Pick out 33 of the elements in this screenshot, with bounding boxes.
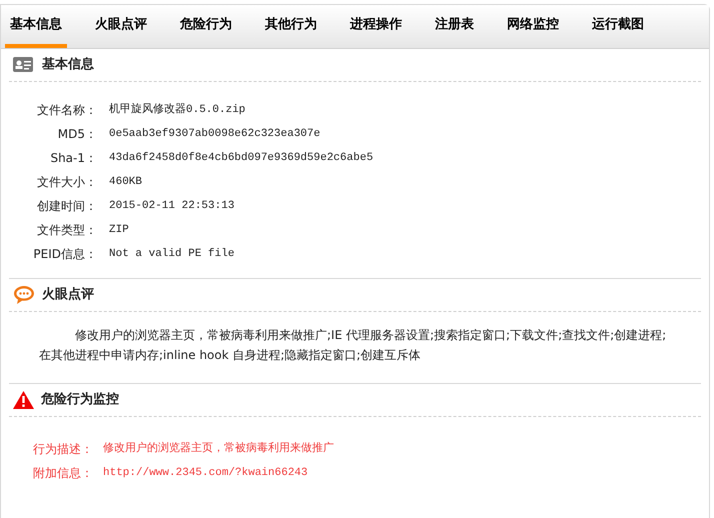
field-value: 2015-02-11 22:53:13 [109,198,234,214]
section-title: 火眼点评 [42,286,94,304]
field-label: 文件名称： [36,102,97,119]
tab[interactable]: 运行截图 [587,5,649,48]
field-value: Not a valid PE file [109,246,234,262]
field-value: 460KB [109,174,142,190]
tab[interactable]: 危险行为 [175,5,237,48]
tab[interactable]: 进程操作 [345,5,407,48]
chat-bubble-icon [13,285,35,305]
section-title: 基本信息 [42,56,94,74]
field-label: MD5： [56,126,97,143]
warning-icon [13,391,34,409]
field-value: 修改用户的浏览器主页，常被病毒利用来做推广 [103,440,334,457]
field-label: 创建时间： [36,198,97,215]
field-value: ZIP [109,222,129,238]
field-label: 附加信息： [32,465,91,482]
field-label: 文件大小： [36,174,97,191]
field-label: 行为描述： [32,441,91,458]
tab[interactable]: 基本信息 [5,5,67,48]
field-value: 机甲旋风修改器0.5.0.zip [109,102,246,118]
field-value: 43da6f2458d0f8e4cb6bd097e9369d59e2c6abe5 [109,150,374,166]
tab[interactable]: 注册表 [430,5,479,48]
field-label: 文件类型： [36,222,97,239]
section-title: 危险行为监控 [41,391,119,410]
field-value: 0e5aab3ef9307ab0098e62c323ea307e [109,126,320,142]
id-card-icon [13,56,35,74]
tab[interactable]: 网络监控 [502,5,564,48]
field-label: PEID信息： [32,246,97,263]
review-text: 修改用户的浏览器主页，常被病毒利用来做推广;IE 代理服务器设置;搜索指定窗口;下载文件;查找文件;创建进程;在其他进程中申请内存;inline hook 自身进程;隐藏指定窗口;创建互斥体 [39,327,668,364]
field-label: Sha-1： [49,150,97,167]
tab[interactable]: 其他行为 [260,5,322,48]
field-value: http://www.2345.com/?kwain66243 [103,466,308,481]
tab[interactable]: 火眼点评 [90,5,152,48]
